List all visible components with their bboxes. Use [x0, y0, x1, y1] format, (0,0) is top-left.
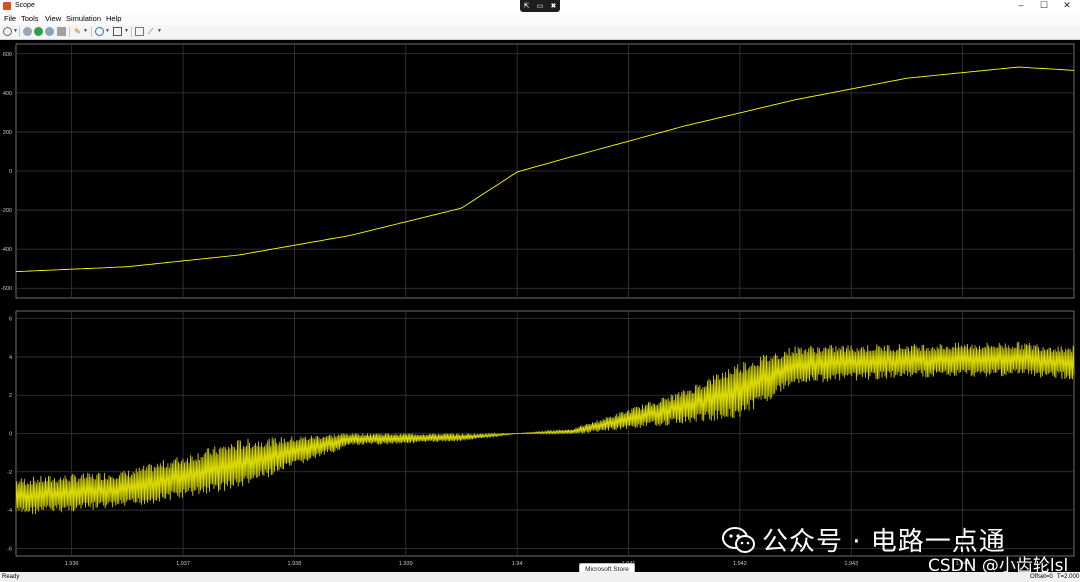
scope-app-icon — [3, 2, 11, 10]
y-tick-label: 600 — [3, 52, 12, 58]
highlight-dropdown-icon[interactable]: ▼ — [83, 28, 88, 34]
style-icon[interactable] — [135, 27, 144, 36]
zoom-icon[interactable] — [95, 27, 104, 36]
signal-trace-top — [15, 66, 1075, 273]
y-tick-label: 400 — [3, 91, 12, 97]
y-tick-label: -6 — [7, 546, 12, 552]
y-tick-label: 2 — [9, 393, 12, 399]
y-tick-label: -400 — [1, 247, 12, 253]
step-forward-icon[interactable] — [45, 27, 54, 36]
maximize-button[interactable]: ☐ — [1033, 0, 1055, 11]
wechat-icon — [722, 526, 756, 553]
menu-file[interactable]: File — [4, 14, 16, 23]
menu-view[interactable]: View — [45, 14, 61, 23]
menu-simulation[interactable]: Simulation — [66, 14, 101, 23]
y-tick-label: 6 — [9, 317, 12, 323]
x-tick-label: 1.939 — [399, 561, 413, 567]
y-tick-label: 200 — [3, 130, 12, 136]
stop-icon[interactable] — [57, 27, 66, 36]
measurement-icon[interactable]: ⟋ — [146, 27, 155, 36]
time-readout: T=2.000 — [1057, 574, 1080, 580]
x-tick-label: 1.943 — [844, 561, 858, 567]
y-tick-label: 0 — [9, 169, 12, 175]
toolbar-separator — [91, 27, 92, 37]
run-icon[interactable] — [34, 27, 43, 36]
scope-plot-area: 600 400 200 0 -200 -400 -600 6 4 2 0 -2 -4 -6 1.936 1.9… — [0, 40, 1080, 572]
signal-trace-bottom — [15, 341, 1075, 515]
y-tick-label: -200 — [1, 208, 12, 214]
offset-readout: Offset=0 — [1030, 574, 1053, 580]
snap-controls[interactable]: ⇱ ▭ ✖ — [520, 0, 560, 12]
step-back-icon[interactable] — [23, 27, 32, 36]
menu-help[interactable]: Help — [106, 14, 121, 23]
x-tick-label: 1.938 — [288, 561, 302, 567]
x-tick-label: 1.942 — [733, 561, 747, 567]
highlight-icon[interactable]: ✎ — [73, 27, 82, 36]
scale-dropdown-icon[interactable]: ▼ — [124, 28, 129, 34]
menu-bar: File Tools View Simulation Help — [0, 12, 1080, 25]
toolbar-separator — [19, 27, 20, 37]
x-tick-label: 1.936 — [65, 561, 79, 567]
toolbar: ▼ ✎ ▼ ▼ ▼ ⟋ ▼ — [0, 25, 1080, 40]
y-tick-label: 4 — [9, 355, 12, 361]
scope-plots: 600 400 200 0 -200 -400 -600 6 4 2 0 -2 -4 -6 1.936 1.9… — [1, 43, 1075, 567]
minimize-button[interactable]: – — [1010, 0, 1032, 11]
window-title: Scope — [15, 2, 35, 9]
status-text: Ready — [2, 574, 20, 580]
restore-icon[interactable]: ▭ — [537, 2, 544, 10]
status-bar: Ready Offset=0 T=2.000 — [0, 572, 1080, 582]
zoom-dropdown-icon[interactable]: ▼ — [105, 28, 110, 34]
x-tick-label: 1.94 — [512, 561, 523, 567]
toolbar-separator — [131, 27, 132, 37]
settings-icon[interactable] — [3, 27, 12, 36]
settings-dropdown-icon[interactable]: ▼ — [13, 28, 18, 34]
undock-icon[interactable]: ⇱ — [524, 2, 530, 10]
scale-axes-icon[interactable] — [113, 27, 122, 36]
close-small-icon[interactable]: ✖ — [551, 2, 557, 10]
y-tick-label: -600 — [1, 286, 12, 292]
toolbar-separator — [69, 27, 70, 37]
y-tick-label: -2 — [7, 470, 12, 476]
measurement-dropdown-icon[interactable]: ▼ — [157, 28, 162, 34]
close-button[interactable]: ✕ — [1056, 0, 1078, 11]
title-bar: Scope ⇱ ▭ ✖ – ☐ ✕ — [0, 0, 1080, 12]
y-tick-label: -4 — [7, 508, 12, 514]
menu-tools[interactable]: Tools — [21, 14, 39, 23]
y-tick-label: 0 — [9, 432, 12, 438]
x-tick-label: 1.937 — [176, 561, 190, 567]
